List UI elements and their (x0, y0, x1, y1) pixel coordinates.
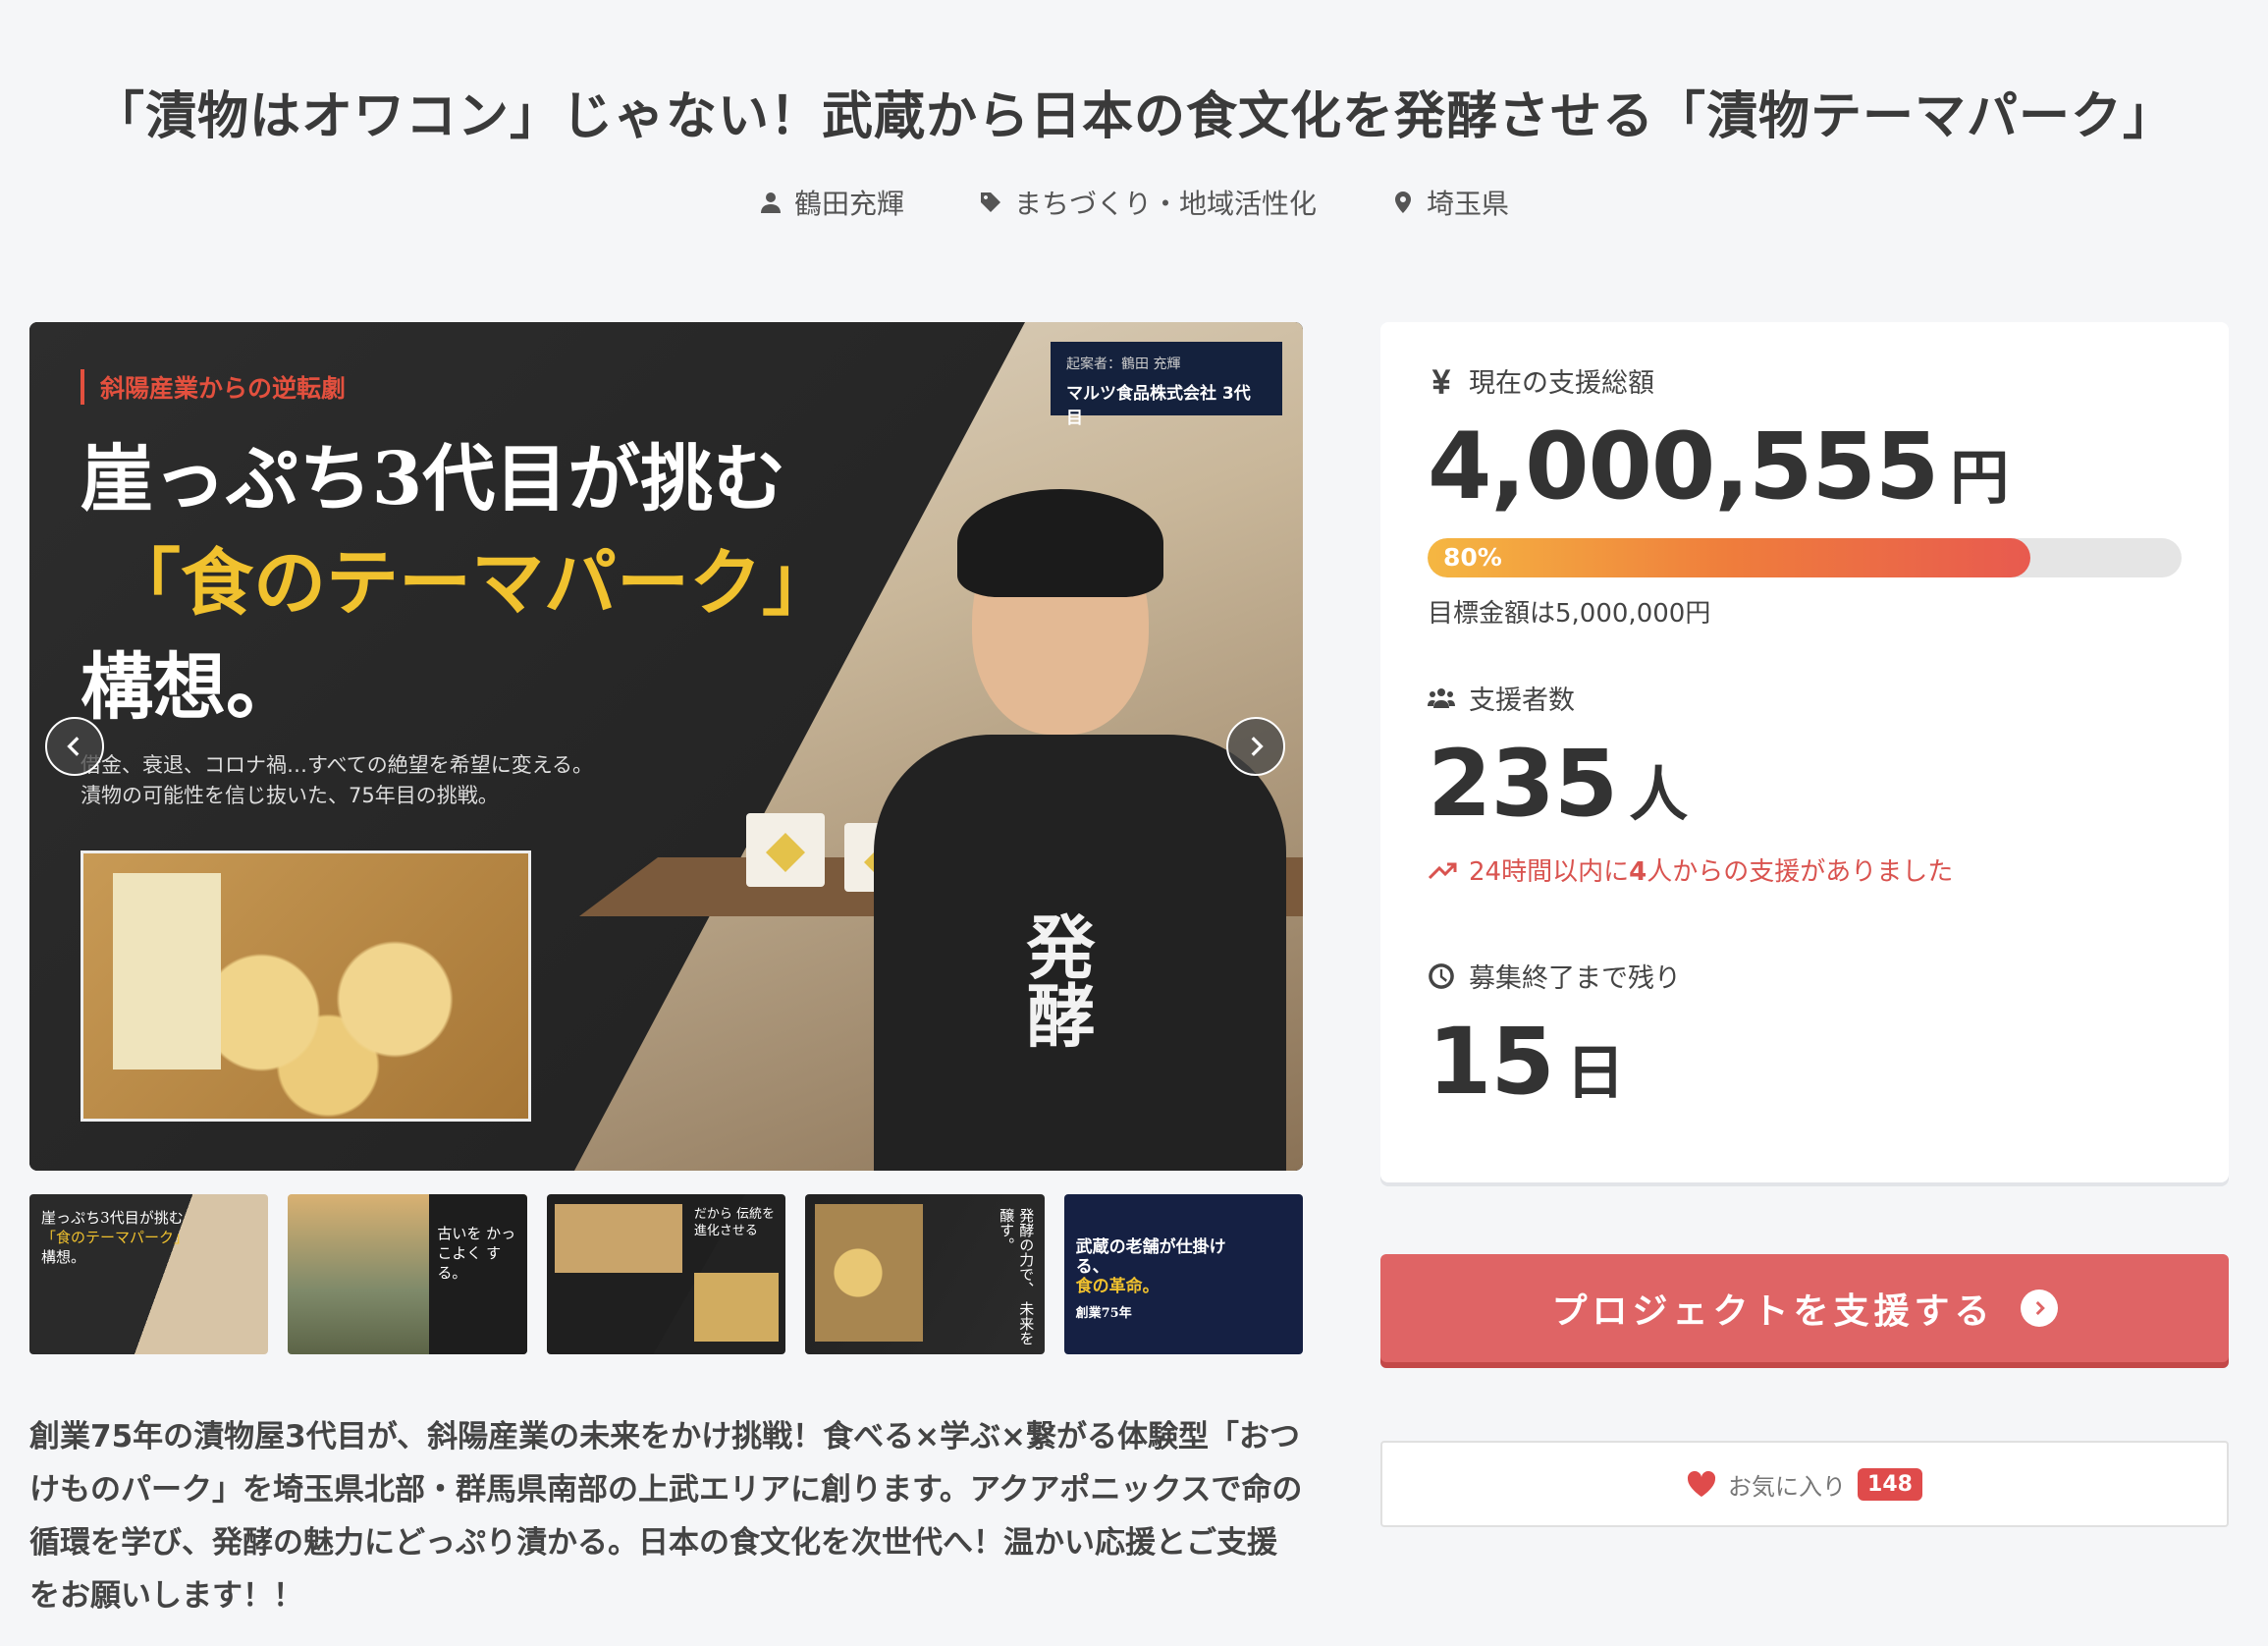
remaining-days-value: 15 (1428, 1009, 1555, 1116)
progress-percent: 80% (1443, 543, 1502, 572)
favorite-button[interactable]: お気に入り 148 (1380, 1441, 2229, 1527)
funding-label: 現在の支援総額 (1428, 361, 2182, 400)
chevron-right-icon (1251, 737, 1264, 756)
supporters-count-value: 235 (1428, 731, 1618, 838)
supporters-section: 支援者数 235 人 24時間以内に4人からの支援がありました (1428, 679, 2182, 888)
funding-target: 目標金額は5,000,000円 (1428, 599, 1711, 629)
hero-carousel: 発酵 斜陽産業からの逆転劇 起案者：鶴田 充輝 マルツ食品株式会社 3代目 崖っ… (29, 322, 1303, 1171)
category-name: まちづくり・地域活性化 (1013, 188, 1317, 220)
heart-icon (1687, 1470, 1716, 1497)
favorite-label: お気に入り (1728, 1472, 1847, 1501)
shirt-text: 発酵 (1015, 911, 1097, 1049)
arrow-circle-icon (2020, 1289, 2058, 1327)
funding-amount-unit: 円 (1950, 444, 2010, 513)
funding-amount-value: 4,000,555 (1428, 413, 1939, 521)
thumbnail-caption: 発酵の力で、 未来を醸す。 (998, 1208, 1036, 1345)
pickle-cup-image (746, 813, 825, 887)
remaining-days-unit: 日 (1565, 1039, 1625, 1108)
funding-amount: 4,000,555 円 (1428, 413, 2182, 521)
hero-headline-2: 「食のテーマパーク」 (108, 541, 835, 626)
supporters-count: 235 人 (1428, 731, 2182, 838)
thumbnail-caption: 崖っぷち3代目が挑む 「食のテーマパーク」 構想。 (41, 1209, 189, 1266)
hero-subtext-line-1: 借金、衰退、コロナ禍…すべての絶望を希望に変える。 (81, 753, 594, 777)
hero-headline-3: 構想。 (81, 645, 298, 730)
thumbnail-caption: だから 伝統を 進化させる (693, 1207, 775, 1238)
project-title: 「漬物はオワコン」じゃない！武蔵から日本の食文化を発酵させる「漬物テーマパーク」 (92, 87, 2175, 146)
project-description: 創業75年の漬物屋3代目が、斜陽産業の未来をかけ挑戦！食べる×学ぶ×繋がる体験型… (29, 1419, 1303, 1614)
favorite-count-badge: 148 (1858, 1467, 1922, 1501)
chevron-left-icon (67, 737, 80, 756)
thumbnail-2[interactable]: 古いを かっこよく する。 (288, 1194, 527, 1354)
location-name: 埼玉県 (1427, 188, 1510, 220)
badge-founder: 起案者：鶴田 充輝 (1066, 357, 1181, 372)
clock-icon (1429, 962, 1454, 989)
map-pin-icon (1395, 192, 1411, 213)
project-meta: 鶴田充輝 まちづくり・地域活性化 埼玉県 (0, 183, 2268, 222)
hero-food-image (81, 850, 531, 1122)
hero-subtext: 借金、衰退、コロナ禍…すべての絶望を希望に変える。 漬物の可能性を信じ抜いた、7… (81, 750, 593, 811)
progress-bar: 80% (1428, 538, 2182, 577)
thumbnail-1[interactable]: 崖っぷち3代目が挑む 「食のテーマパーク」 構想。 (29, 1194, 269, 1354)
remaining-section: 募集終了まで残り 15 日 (1428, 957, 2182, 1116)
hero-headline-1: 崖っぷち3代目が挑む (81, 437, 786, 521)
thumbnail-caption: 武蔵の老舗が仕掛ける、 食の革命。 (1075, 1237, 1226, 1296)
thumbnail-caption: 古いを かっこよく する。 (437, 1225, 516, 1282)
badge-company: マルツ食品株式会社 3代目 (1066, 384, 1251, 428)
author-link[interactable]: 鶴田充輝 (759, 183, 904, 222)
funding-panel: 現在の支援総額 4,000,555 円 80% 目標金額は5,000,000円 … (1380, 322, 2229, 1182)
supporters-count-unit: 人 (1629, 761, 1689, 830)
remaining-days: 15 日 (1428, 1009, 2182, 1116)
recent-support-notice: 24時間以内に4人からの支援がありました (1428, 851, 2182, 888)
location-link[interactable]: 埼玉県 (1391, 183, 1509, 222)
carousel-prev-button[interactable] (45, 717, 104, 776)
thumbnail-5[interactable]: 武蔵の老舗が仕掛ける、 食の革命。 創業75年 (1063, 1194, 1304, 1354)
founder-badge: 起案者：鶴田 充輝 マルツ食品株式会社 3代目 (1051, 342, 1282, 428)
thumbnail-4[interactable]: 発酵の力で、 未来を醸す。 (805, 1194, 1045, 1354)
users-icon (1428, 687, 1455, 708)
supporters-label: 支援者数 (1428, 679, 2182, 717)
hero-subtext-line-2: 漬物の可能性を信じ抜いた、75年目の挑戦。 (81, 784, 499, 807)
thumbnail-3[interactable]: だから 伝統を 進化させる (546, 1194, 786, 1354)
support-project-button[interactable]: プロジェクトを支援する (1380, 1254, 2229, 1362)
carousel-next-button[interactable] (1226, 717, 1285, 776)
yen-icon (1431, 368, 1451, 394)
food-package-label (113, 873, 221, 1070)
thumbnail-strip: 崖っぷち3代目が挑む 「食のテーマパーク」 構想。 古いを かっこよく する。 だか… (29, 1194, 1304, 1354)
thumbnail-photo (815, 1204, 924, 1342)
hero-tagline: 斜陽産業からの逆転劇 (81, 369, 346, 405)
remaining-label: 募集終了まで残り (1428, 957, 2182, 995)
author-name: 鶴田充輝 (793, 188, 904, 220)
support-button-label: プロジェクトを支援する (1551, 1291, 1995, 1332)
thumbnail-photo (693, 1273, 779, 1342)
user-icon (760, 192, 781, 213)
thumbnail-stat: 創業75年 (1075, 1306, 1132, 1321)
thumbnail-photo (554, 1204, 682, 1273)
progress-bar-fill (1428, 538, 2031, 577)
trending-up-icon (1428, 862, 1457, 879)
category-link[interactable]: まちづくり・地域活性化 (979, 183, 1317, 222)
founder-hair (957, 489, 1163, 597)
tag-icon (980, 192, 1000, 212)
